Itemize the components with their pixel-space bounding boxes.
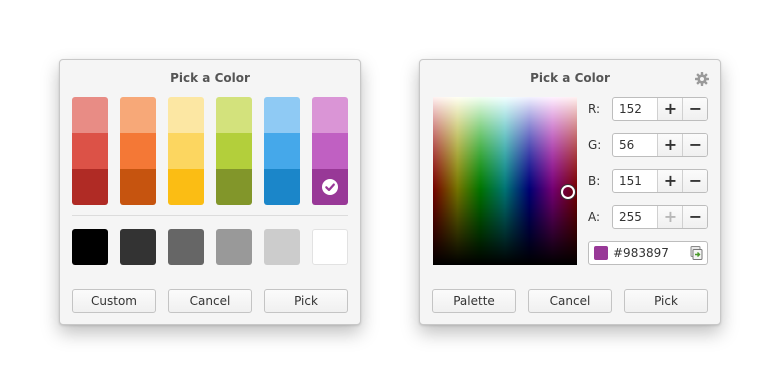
gray-swatch[interactable] (216, 229, 252, 265)
decrement-button[interactable]: − (682, 170, 707, 192)
color-swatch[interactable] (72, 169, 108, 205)
cancel-button[interactable]: Cancel (168, 289, 252, 313)
pick-button[interactable]: Pick (264, 289, 348, 313)
color-swatch[interactable] (264, 97, 300, 133)
channel-label: A: (588, 210, 601, 224)
increment-button[interactable]: + (657, 206, 683, 228)
color-swatch[interactable] (120, 133, 156, 169)
color-swatch[interactable] (216, 133, 252, 169)
color-swatch[interactable] (312, 133, 348, 169)
channel-label: B: (588, 174, 601, 188)
color-swatch[interactable] (120, 169, 156, 205)
gray-swatch[interactable] (312, 229, 348, 265)
channel-label: G: (588, 138, 602, 152)
gray-swatch[interactable] (264, 229, 300, 265)
gray-swatch[interactable] (72, 229, 108, 265)
swatch-column (264, 97, 300, 205)
channel-label: R: (588, 102, 601, 116)
hex-color-preview (594, 246, 608, 260)
color-spectrum[interactable] (433, 97, 577, 265)
cancel-button[interactable]: Cancel (528, 289, 612, 313)
gray-swatch[interactable] (120, 229, 156, 265)
color-swatch[interactable] (312, 169, 348, 205)
swatch-column (312, 97, 348, 205)
color-swatch[interactable] (264, 169, 300, 205)
channel-spinbutton: 151 + − (612, 169, 708, 193)
channel-value-input[interactable]: 151 (613, 170, 657, 192)
divider (72, 215, 348, 216)
color-swatch[interactable] (264, 133, 300, 169)
channel-value-input[interactable]: 56 (613, 134, 657, 156)
color-swatch[interactable] (72, 133, 108, 169)
decrement-button[interactable]: − (682, 98, 707, 120)
swatch-column (72, 97, 108, 205)
channel-spinbutton: 255 + − (612, 205, 708, 229)
color-swatch[interactable] (168, 133, 204, 169)
decrement-button[interactable]: − (682, 206, 707, 228)
increment-button[interactable]: + (657, 134, 683, 156)
increment-button[interactable]: + (657, 170, 683, 192)
custom-color-dialog: Pick a Color R: 152 + − G: 56 + − B: 151 + − A: 255 + −… (419, 59, 721, 325)
gray-swatch[interactable] (168, 229, 204, 265)
channel-value-input[interactable]: 152 (613, 98, 657, 120)
pick-button[interactable]: Pick (624, 289, 708, 313)
color-swatch[interactable] (72, 97, 108, 133)
checkmark-icon (322, 179, 338, 195)
swatch-column (120, 97, 156, 205)
channel-spinbutton: 152 + − (612, 97, 708, 121)
swatch-column (216, 97, 252, 205)
copy-icon[interactable] (688, 245, 704, 261)
hex-field[interactable]: #983897 (588, 241, 708, 265)
color-swatch[interactable] (168, 169, 204, 205)
increment-button[interactable]: + (657, 98, 683, 120)
custom-button[interactable]: Custom (72, 289, 156, 313)
hex-value: #983897 (613, 246, 669, 260)
decrement-button[interactable]: − (682, 134, 707, 156)
channel-spinbutton: 56 + − (612, 133, 708, 157)
color-swatch[interactable] (312, 97, 348, 133)
swatch-column (168, 97, 204, 205)
channel-value-input[interactable]: 255 (613, 206, 657, 228)
gear-icon[interactable] (695, 71, 709, 86)
color-palette-dialog: Pick a Color Custom Cancel Pick (59, 59, 361, 325)
dialog-title: Pick a Color (530, 71, 610, 85)
dialog-title: Pick a Color (170, 71, 250, 85)
color-swatch[interactable] (168, 97, 204, 133)
color-swatch[interactable] (216, 169, 252, 205)
color-swatch[interactable] (120, 97, 156, 133)
palette-button[interactable]: Palette (432, 289, 516, 313)
spectrum-handle[interactable] (561, 185, 575, 199)
color-swatch[interactable] (216, 97, 252, 133)
